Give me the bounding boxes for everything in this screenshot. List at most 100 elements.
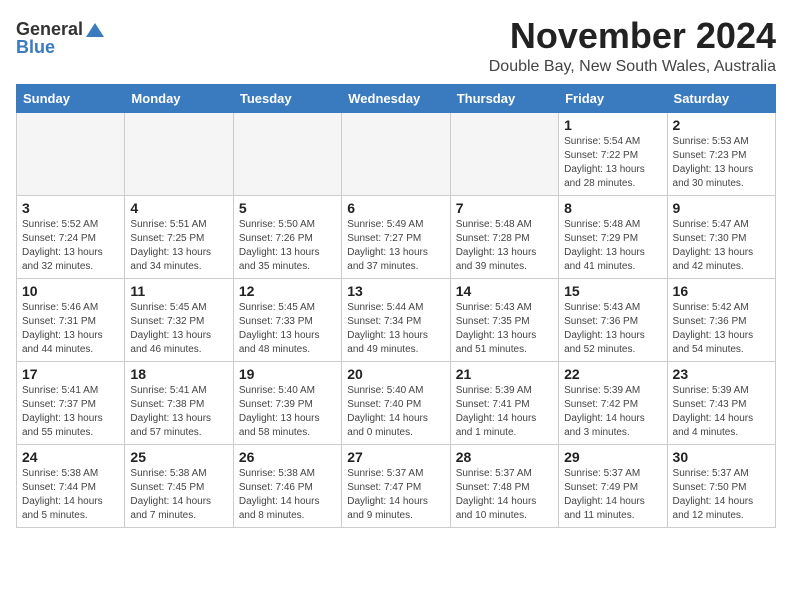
calendar-cell: 23 Sunrise: 5:39 AMSunset: 7:43 PMDayligh… [667, 361, 775, 444]
day-info: Sunrise: 5:41 AMSunset: 7:37 PMDaylight:… [22, 384, 119, 440]
day-number: 9 [673, 200, 770, 216]
day-number: 12 [239, 283, 336, 299]
calendar-cell: 16 Sunrise: 5:42 AMSunset: 7:36 PMDayligh… [667, 278, 775, 361]
day-info: Sunrise: 5:47 AMSunset: 7:30 PMDaylight:… [673, 218, 770, 274]
calendar-cell: 12Sunrise: 5:45 AMSunset: 7:33 PMDayligh… [233, 278, 341, 361]
location-title: Double Bay, New South Wales, Australia [489, 58, 776, 76]
day-info: Sunrise: 5:50 AMSunset: 7:26 PMDaylight:… [239, 218, 336, 274]
day-info: Sunrise: 5:37 AMSunset: 7:49 PMDaylight:… [564, 467, 661, 523]
calendar-week-row: 10 Sunrise: 5:46 AMSunset: 7:31 PMDayligh… [17, 278, 776, 361]
day-info: Sunrise: 5:49 AMSunset: 7:27 PMDaylight:… [347, 218, 444, 274]
calendar-cell: 4Sunrise: 5:51 AMSunset: 7:25 PMDaylight… [125, 195, 233, 278]
day-number: 16 [673, 283, 770, 299]
calendar-cell: 30Sunrise: 5:37 AMSunset: 7:50 PMDayligh… [667, 444, 775, 527]
calendar-cell: 1 Sunrise: 5:54 AMSunset: 7:22 PMDaylight… [559, 112, 667, 195]
month-title: November 2024 [489, 16, 776, 56]
calendar-cell [233, 112, 341, 195]
weekday-header-saturday: Saturday [667, 84, 775, 112]
day-info: Sunrise: 5:40 AMSunset: 7:39 PMDaylight:… [239, 384, 336, 440]
calendar-cell: 20 Sunrise: 5:40 AMSunset: 7:40 PMDayligh… [342, 361, 450, 444]
weekday-header-wednesday: Wednesday [342, 84, 450, 112]
weekday-header-row: SundayMondayTuesdayWednesdayThursdayFrid… [17, 84, 776, 112]
day-info: Sunrise: 5:39 AMSunset: 7:43 PMDaylight:… [673, 384, 770, 440]
calendar-cell: 18Sunrise: 5:41 AMSunset: 7:38 PMDayligh… [125, 361, 233, 444]
day-number: 17 [22, 366, 119, 382]
calendar-cell [125, 112, 233, 195]
logo-triangle-icon [86, 23, 104, 37]
calendar-table: SundayMondayTuesdayWednesdayThursdayFrid… [16, 84, 776, 528]
calendar-cell: 5Sunrise: 5:50 AMSunset: 7:26 PMDaylight… [233, 195, 341, 278]
day-info: Sunrise: 5:41 AMSunset: 7:38 PMDaylight:… [130, 384, 227, 440]
day-info: Sunrise: 5:38 AMSunset: 7:45 PMDaylight:… [130, 467, 227, 523]
day-info: Sunrise: 5:39 AMSunset: 7:42 PMDaylight:… [564, 384, 661, 440]
calendar-week-row: 24 Sunrise: 5:38 AMSunset: 7:44 PMDayligh… [17, 444, 776, 527]
day-number: 26 [239, 449, 336, 465]
calendar-cell [17, 112, 125, 195]
day-number: 29 [564, 449, 661, 465]
day-info: Sunrise: 5:51 AMSunset: 7:25 PMDaylight:… [130, 218, 227, 274]
day-number: 21 [456, 366, 553, 382]
calendar-cell: 9 Sunrise: 5:47 AMSunset: 7:30 PMDaylight… [667, 195, 775, 278]
day-number: 23 [673, 366, 770, 382]
day-number: 20 [347, 366, 444, 382]
calendar-cell [342, 112, 450, 195]
weekday-header-sunday: Sunday [17, 84, 125, 112]
calendar-cell: 27Sunrise: 5:37 AMSunset: 7:47 PMDayligh… [342, 444, 450, 527]
logo-blue-text: Blue [16, 38, 55, 56]
calendar-cell: 10 Sunrise: 5:46 AMSunset: 7:31 PMDayligh… [17, 278, 125, 361]
day-info: Sunrise: 5:39 AMSunset: 7:41 PMDaylight:… [456, 384, 553, 440]
day-number: 7 [456, 200, 553, 216]
day-number: 13 [347, 283, 444, 299]
calendar-cell: 11Sunrise: 5:45 AMSunset: 7:32 PMDayligh… [125, 278, 233, 361]
calendar-week-row: 3 Sunrise: 5:52 AMSunset: 7:24 PMDaylight… [17, 195, 776, 278]
day-info: Sunrise: 5:44 AMSunset: 7:34 PMDaylight:… [347, 301, 444, 357]
day-info: Sunrise: 5:38 AMSunset: 7:44 PMDaylight:… [22, 467, 119, 523]
day-info: Sunrise: 5:46 AMSunset: 7:31 PMDaylight:… [22, 301, 119, 357]
calendar-cell: 21 Sunrise: 5:39 AMSunset: 7:41 PMDayligh… [450, 361, 558, 444]
day-number: 1 [564, 117, 661, 133]
calendar-cell: 8 Sunrise: 5:48 AMSunset: 7:29 PMDaylight… [559, 195, 667, 278]
day-number: 25 [130, 449, 227, 465]
calendar-cell [450, 112, 558, 195]
weekday-header-thursday: Thursday [450, 84, 558, 112]
calendar-cell: 15 Sunrise: 5:43 AMSunset: 7:36 PMDayligh… [559, 278, 667, 361]
day-number: 3 [22, 200, 119, 216]
day-info: Sunrise: 5:42 AMSunset: 7:36 PMDaylight:… [673, 301, 770, 357]
day-number: 15 [564, 283, 661, 299]
calendar-cell: 14 Sunrise: 5:43 AMSunset: 7:35 PMDayligh… [450, 278, 558, 361]
day-number: 28 [456, 449, 553, 465]
day-info: Sunrise: 5:43 AMSunset: 7:36 PMDaylight:… [564, 301, 661, 357]
day-number: 6 [347, 200, 444, 216]
day-number: 24 [22, 449, 119, 465]
logo: General Blue [16, 20, 104, 56]
day-info: Sunrise: 5:38 AMSunset: 7:46 PMDaylight:… [239, 467, 336, 523]
calendar-cell: 2Sunrise: 5:53 AMSunset: 7:23 PMDaylight… [667, 112, 775, 195]
weekday-header-tuesday: Tuesday [233, 84, 341, 112]
calendar-cell: 25 Sunrise: 5:38 AMSunset: 7:45 PMDayligh… [125, 444, 233, 527]
weekday-header-friday: Friday [559, 84, 667, 112]
day-info: Sunrise: 5:54 AMSunset: 7:22 PMDaylight:… [564, 135, 661, 191]
calendar-cell: 7 Sunrise: 5:48 AMSunset: 7:28 PMDaylight… [450, 195, 558, 278]
day-info: Sunrise: 5:48 AMSunset: 7:28 PMDaylight:… [456, 218, 553, 274]
day-number: 10 [22, 283, 119, 299]
logo-general-text: General [16, 20, 83, 38]
day-info: Sunrise: 5:43 AMSunset: 7:35 PMDaylight:… [456, 301, 553, 357]
day-number: 8 [564, 200, 661, 216]
calendar-cell: 6 Sunrise: 5:49 AMSunset: 7:27 PMDaylight… [342, 195, 450, 278]
day-info: Sunrise: 5:37 AMSunset: 7:47 PMDaylight:… [347, 467, 444, 523]
day-number: 14 [456, 283, 553, 299]
day-number: 22 [564, 366, 661, 382]
calendar-cell: 29 Sunrise: 5:37 AMSunset: 7:49 PMDayligh… [559, 444, 667, 527]
day-number: 11 [130, 283, 227, 299]
title-area: November 2024 Double Bay, New South Wale… [489, 16, 776, 76]
day-info: Sunrise: 5:48 AMSunset: 7:29 PMDaylight:… [564, 218, 661, 274]
calendar-cell: 22 Sunrise: 5:39 AMSunset: 7:42 PMDayligh… [559, 361, 667, 444]
day-info: Sunrise: 5:40 AMSunset: 7:40 PMDaylight:… [347, 384, 444, 440]
calendar-cell: 17 Sunrise: 5:41 AMSunset: 7:37 PMDayligh… [17, 361, 125, 444]
day-info: Sunrise: 5:53 AMSunset: 7:23 PMDaylight:… [673, 135, 770, 191]
day-info: Sunrise: 5:37 AMSunset: 7:48 PMDaylight:… [456, 467, 553, 523]
day-number: 19 [239, 366, 336, 382]
day-info: Sunrise: 5:52 AMSunset: 7:24 PMDaylight:… [22, 218, 119, 274]
day-number: 30 [673, 449, 770, 465]
header: General Blue November 2024 Double Bay, N… [16, 16, 776, 76]
